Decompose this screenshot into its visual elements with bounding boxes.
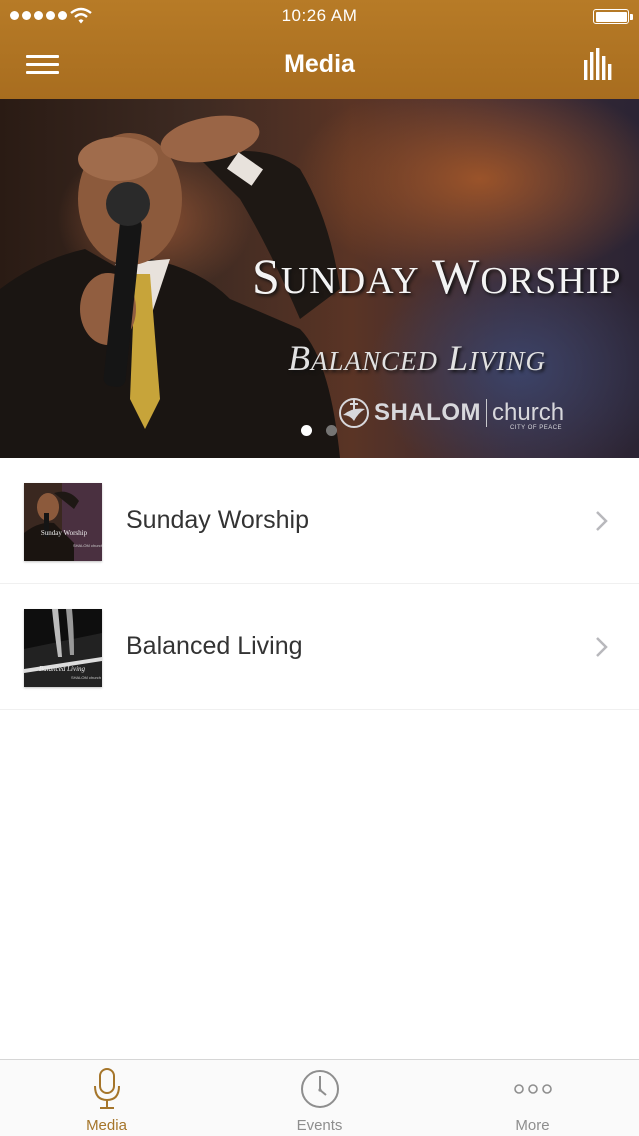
page-dot[interactable]: [326, 425, 337, 436]
balanced-living-thumbnail: Balanced Living SHALOM church: [24, 609, 102, 687]
church-logo-name: SHALOM: [374, 399, 481, 426]
church-logo: SHALOM church CITY OF PEACE: [338, 397, 565, 431]
svg-text:SHALOM church: SHALOM church: [73, 543, 102, 548]
banner-subtitle: BALANCED LIVING: [288, 338, 547, 378]
equalizer-bars-icon[interactable]: [584, 48, 612, 80]
tab-events[interactable]: Events: [213, 1060, 426, 1136]
status-bar: 10:26 AM: [0, 0, 639, 32]
header: 10:26 AM Media: [0, 0, 639, 99]
battery-icon: [593, 9, 633, 24]
status-time: 10:26 AM: [281, 6, 358, 25]
list-item-sunday-worship[interactable]: Sunday Worship SHALOM church Sunday Wors…: [0, 458, 639, 584]
page-title: Media: [284, 50, 355, 78]
microphone-icon: [93, 1068, 120, 1109]
balanced-living-thumb-caption: Balanced Living: [39, 665, 86, 673]
more-dots-icon: [513, 1084, 552, 1094]
list-item-label: Sunday Worship: [126, 506, 309, 534]
church-logo-word: church: [492, 399, 565, 426]
tab-bar: Media Events More: [0, 1059, 639, 1136]
tab-more[interactable]: More: [426, 1060, 639, 1136]
featured-banner-carousel[interactable]: SUNDAY WORSHIP BALANCED LIVING SHALOM ch…: [0, 99, 639, 458]
clock-icon: [300, 1070, 339, 1108]
church-logo-tagline: CITY OF PEACE: [509, 425, 563, 431]
chevron-right-icon: [596, 637, 608, 657]
list-item-balanced-living[interactable]: Balanced Living SHALOM church Balanced L…: [0, 584, 639, 710]
svg-text:SHALOM church: SHALOM church: [71, 675, 101, 680]
chevron-right-icon: [596, 511, 608, 531]
sunday-worship-thumbnail: Sunday Worship SHALOM church: [24, 483, 102, 561]
list-item-label: Balanced Living: [126, 632, 303, 660]
tab-label: Events: [296, 1117, 343, 1134]
carousel-page-indicator[interactable]: [301, 425, 337, 436]
banner-title: SUNDAY WORSHIP: [252, 248, 622, 304]
media-list: Sunday Worship SHALOM church Sunday Wors…: [0, 458, 639, 710]
page-dot-active[interactable]: [301, 425, 312, 436]
tab-media[interactable]: Media: [0, 1060, 213, 1136]
sunday-worship-thumb-caption: Sunday Worship: [41, 529, 88, 537]
tab-label: Media: [86, 1117, 127, 1134]
tab-label: More: [515, 1117, 550, 1134]
dove-icon: [339, 398, 369, 428]
